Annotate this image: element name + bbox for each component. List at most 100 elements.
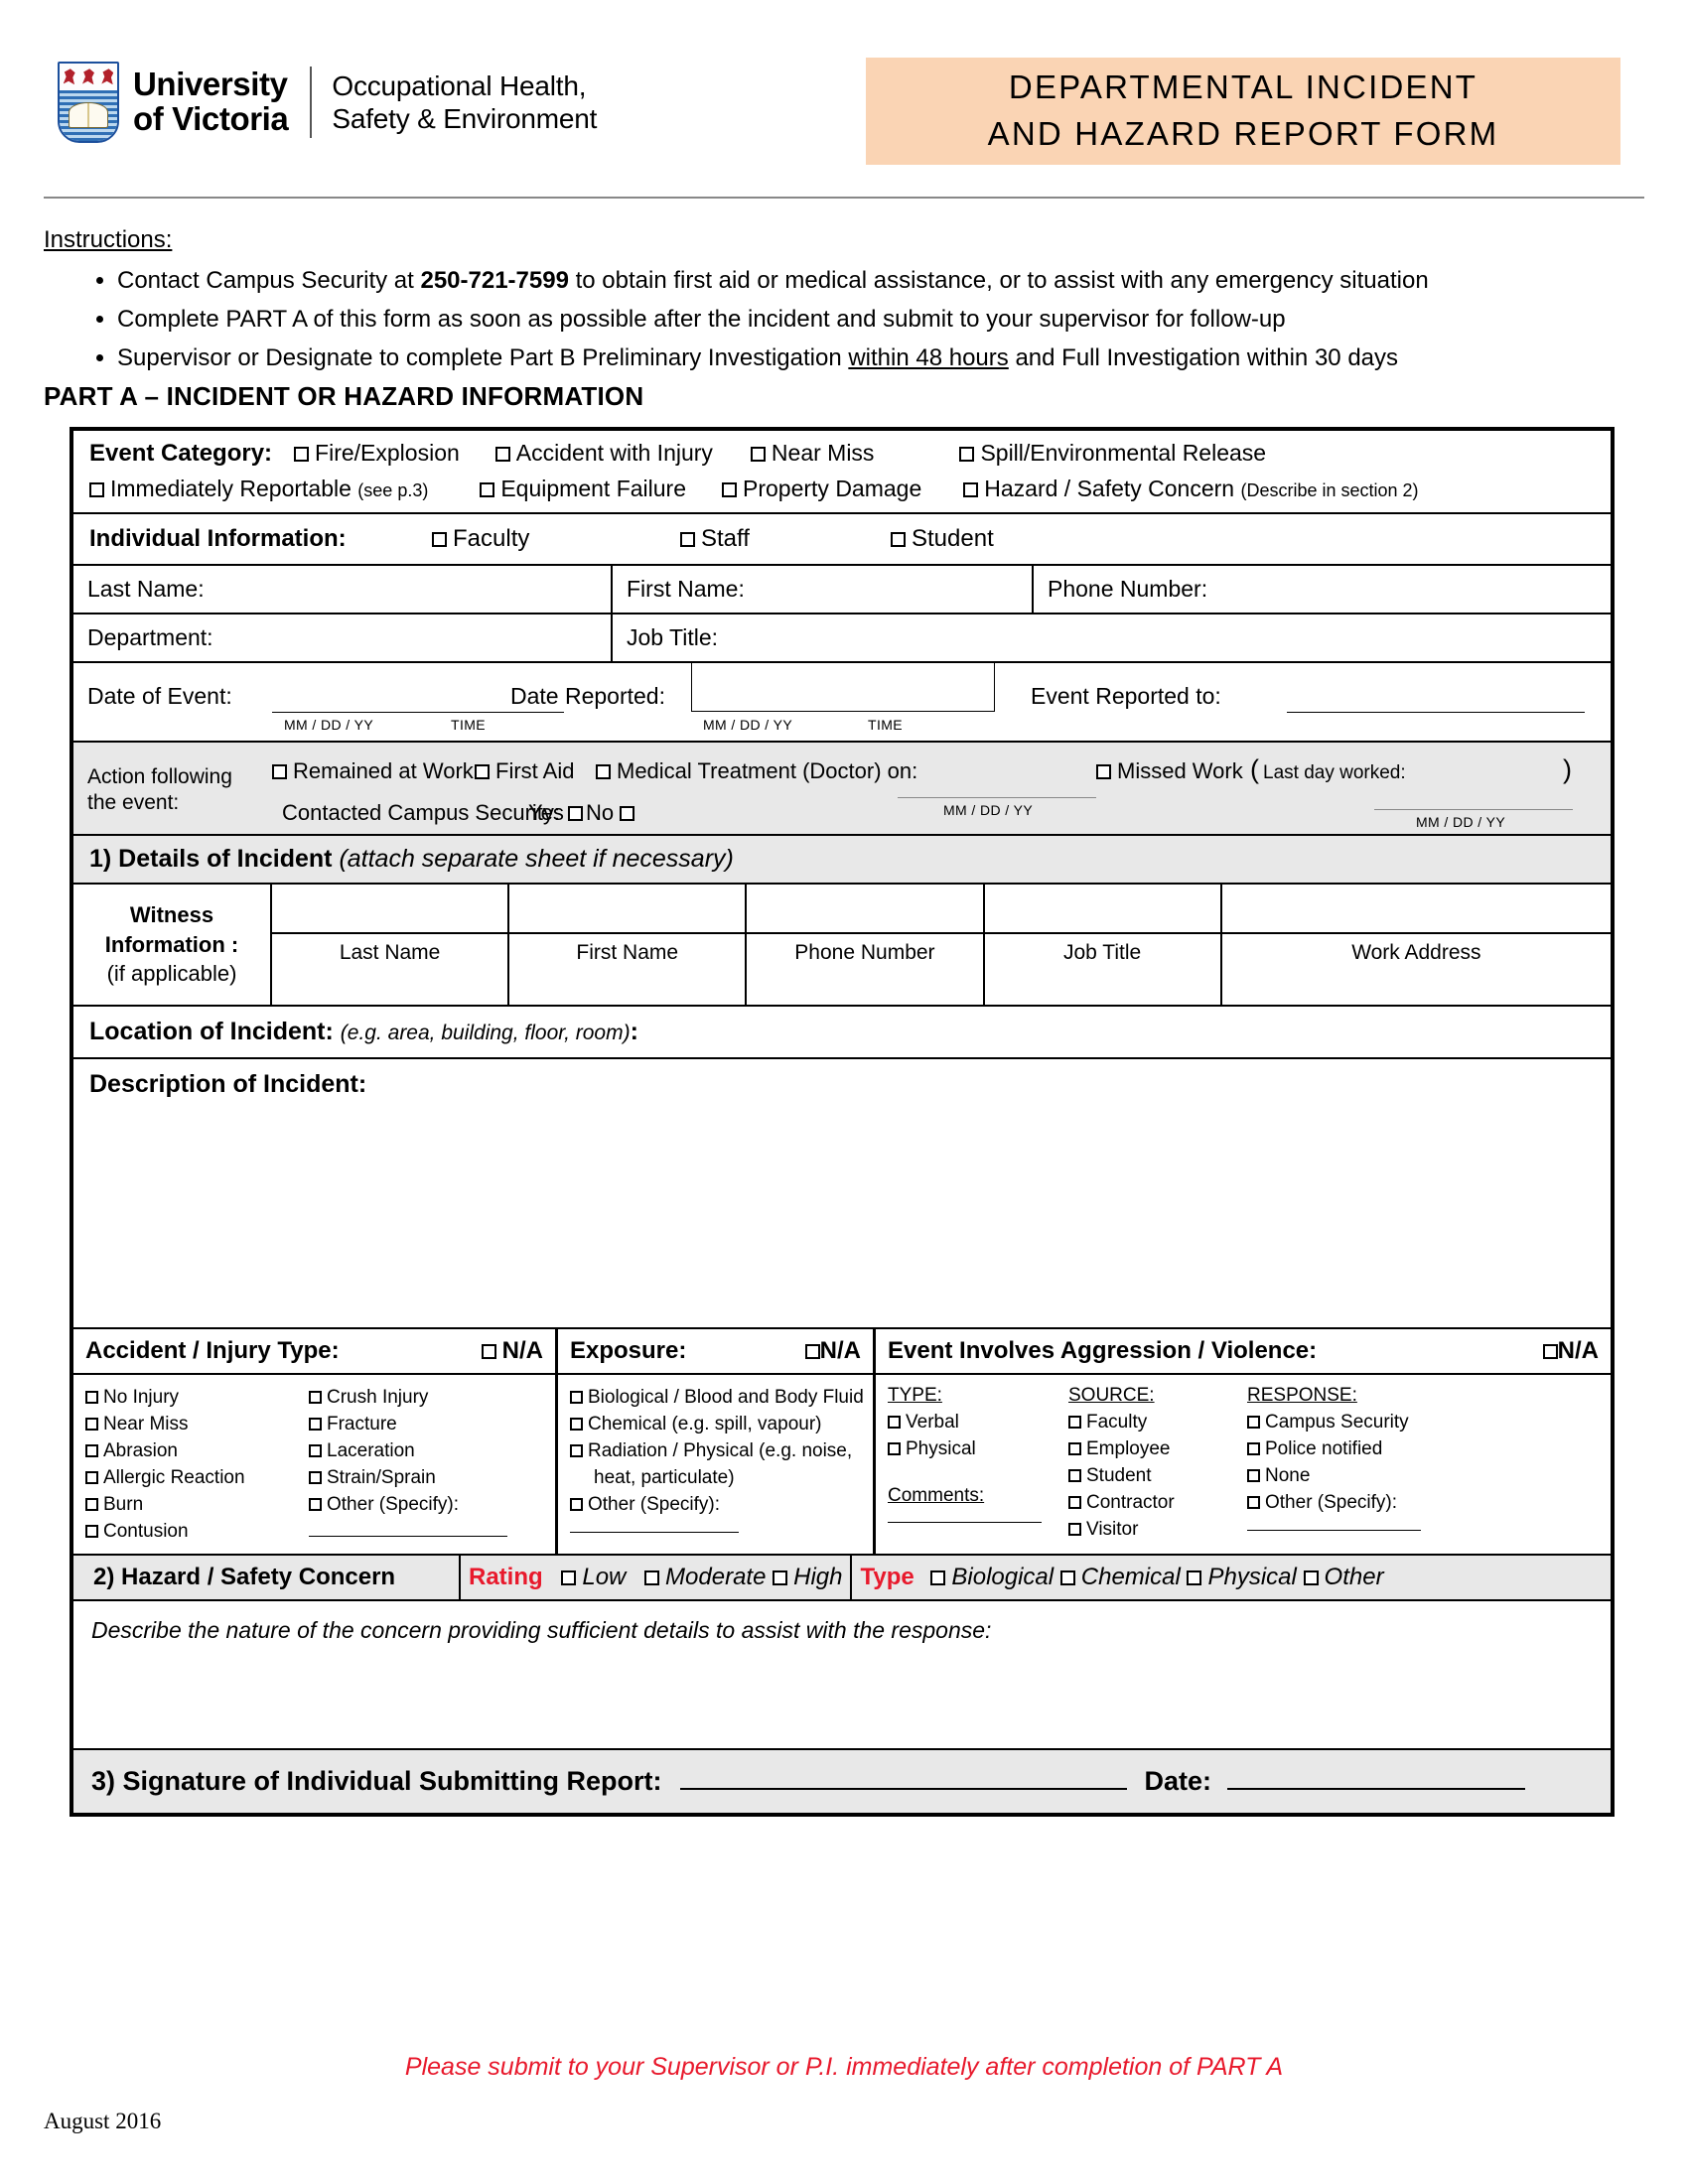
checkbox-icon[interactable] xyxy=(309,1470,322,1484)
checkbox-medical-treatment[interactable]: Medical Treatment (Doctor) on: xyxy=(596,758,917,784)
department-field[interactable]: Department: xyxy=(73,614,613,661)
checkbox-icon[interactable] xyxy=(309,1418,322,1432)
checkbox-faculty[interactable]: Faculty xyxy=(432,525,680,553)
checkbox-property-damage[interactable]: Property Damage xyxy=(722,476,921,502)
checkbox-icon[interactable] xyxy=(888,1442,901,1456)
checkbox-icon[interactable] xyxy=(930,1570,946,1585)
checkbox-icon[interactable] xyxy=(561,1570,577,1585)
checkbox-spill-environmental-release[interactable]: Spill/Environmental Release xyxy=(959,440,1266,467)
checkbox-icon[interactable] xyxy=(1303,1570,1319,1585)
checkbox-equipment-failure[interactable]: Equipment Failure xyxy=(480,476,686,502)
checkbox-icon[interactable] xyxy=(570,1391,583,1405)
checkbox-allergic-reaction[interactable]: Allergic Reaction xyxy=(85,1465,309,1492)
checkbox-icon[interactable] xyxy=(480,482,495,497)
checkbox-missed-work[interactable]: Missed Work xyxy=(1096,758,1243,784)
checkbox-icon[interactable] xyxy=(963,482,979,497)
checkbox-abrasion[interactable]: Abrasion xyxy=(85,1438,309,1465)
checkbox-source-contractor[interactable]: Contractor xyxy=(1068,1490,1247,1517)
hazard-concern-description-area[interactable]: Describe the nature of the concern provi… xyxy=(73,1601,1611,1750)
checkbox-icon[interactable] xyxy=(1068,1495,1081,1509)
checkbox-icon[interactable] xyxy=(1068,1442,1081,1456)
checkbox-icon[interactable] xyxy=(309,1391,322,1405)
checkbox-icon[interactable] xyxy=(570,1418,583,1432)
checkbox-type-physical[interactable]: Physical xyxy=(1187,1564,1297,1590)
checkbox-icon[interactable] xyxy=(620,806,635,821)
first-name-field[interactable]: First Name: xyxy=(613,566,1034,613)
description-of-incident-area[interactable]: Description of Incident: xyxy=(73,1059,1611,1330)
date-reported-input[interactable] xyxy=(691,661,995,712)
checkbox-rating-low[interactable]: Low xyxy=(561,1564,626,1590)
checkbox-exposure-na[interactable]: N/A xyxy=(804,1337,861,1365)
checkbox-rating-high[interactable]: High xyxy=(773,1564,842,1590)
checkbox-icon[interactable] xyxy=(294,447,310,462)
witness-input-work-address[interactable] xyxy=(1221,885,1612,934)
checkbox-student[interactable]: Student xyxy=(891,525,994,553)
checkbox-remained-at-work[interactable]: Remained at Work xyxy=(272,758,474,784)
checkbox-contusion[interactable]: Contusion xyxy=(85,1519,309,1546)
location-of-incident-row[interactable]: Location of Incident: (e.g. area, buildi… xyxy=(73,1007,1611,1060)
checkbox-security-yes[interactable]: Yes xyxy=(528,800,583,826)
checkbox-response-none[interactable]: None xyxy=(1247,1463,1599,1490)
checkbox-icon[interactable] xyxy=(570,1497,583,1511)
aggression-comments-input[interactable] xyxy=(888,1521,1042,1523)
checkbox-icon[interactable] xyxy=(1247,1469,1260,1482)
checkbox-icon[interactable] xyxy=(272,764,287,779)
checkbox-icon[interactable] xyxy=(1247,1442,1260,1456)
checkbox-icon[interactable] xyxy=(680,532,695,547)
signature-input[interactable] xyxy=(679,1787,1127,1790)
checkbox-chemical-exposure[interactable]: Chemical (e.g. spill, vapour) xyxy=(570,1412,861,1438)
checkbox-icon[interactable] xyxy=(85,1418,98,1432)
witness-input-last-name[interactable] xyxy=(272,885,508,934)
checkbox-source-student[interactable]: Student xyxy=(1068,1463,1247,1490)
checkbox-source-employee[interactable]: Employee xyxy=(1068,1436,1247,1463)
checkbox-security-no[interactable]: No xyxy=(586,800,635,826)
witness-input-phone-number[interactable] xyxy=(747,885,983,934)
checkbox-icon[interactable] xyxy=(89,482,104,497)
checkbox-icon[interactable] xyxy=(750,447,766,462)
last-name-field[interactable]: Last Name: xyxy=(73,566,613,613)
checkbox-aggression-na[interactable]: N/A xyxy=(1542,1337,1599,1365)
checkbox-laceration[interactable]: Laceration xyxy=(309,1438,507,1465)
checkbox-icon[interactable] xyxy=(959,447,975,462)
witness-input-first-name[interactable] xyxy=(509,885,746,934)
last-day-worked-input[interactable] xyxy=(1374,808,1573,810)
checkbox-icon[interactable] xyxy=(309,1444,322,1457)
checkbox-response-police-notified[interactable]: Police notified xyxy=(1247,1436,1599,1463)
checkbox-icon[interactable] xyxy=(494,447,510,462)
checkbox-source-faculty[interactable]: Faculty xyxy=(1068,1410,1247,1436)
checkbox-icon[interactable] xyxy=(722,482,737,497)
checkbox-icon[interactable] xyxy=(570,1444,583,1457)
checkbox-icon[interactable] xyxy=(567,806,583,821)
checkbox-biological-blood-body-fluid[interactable]: Biological / Blood and Body Fluid xyxy=(570,1385,864,1412)
checkbox-icon[interactable] xyxy=(1187,1570,1202,1585)
accident-other-specify-input[interactable] xyxy=(309,1535,507,1537)
checkbox-type-other[interactable]: Other xyxy=(1303,1564,1384,1590)
checkbox-rating-moderate[interactable]: Moderate xyxy=(644,1564,766,1590)
checkbox-icon[interactable] xyxy=(85,1391,98,1405)
checkbox-icon[interactable] xyxy=(1059,1570,1075,1585)
checkbox-first-aid[interactable]: First Aid xyxy=(475,758,574,784)
checkbox-icon[interactable] xyxy=(475,764,490,779)
checkbox-icon[interactable] xyxy=(1068,1416,1081,1430)
checkbox-source-visitor[interactable]: Visitor xyxy=(1068,1517,1247,1544)
checkbox-icon[interactable] xyxy=(85,1444,98,1457)
checkbox-hazard-safety-concern[interactable]: Hazard / Safety Concern (Describe in sec… xyxy=(963,476,1419,502)
checkbox-accident-other[interactable]: Other (Specify): xyxy=(309,1492,507,1519)
checkbox-near-miss[interactable]: Near Miss xyxy=(750,440,874,467)
checkbox-type-chemical[interactable]: Chemical xyxy=(1059,1564,1181,1590)
checkbox-immediately-reportable[interactable]: Immediately Reportable (see p.3) xyxy=(89,476,428,502)
checkbox-icon[interactable] xyxy=(85,1497,98,1511)
checkbox-response-campus-security[interactable]: Campus Security xyxy=(1247,1410,1599,1436)
checkbox-icon[interactable] xyxy=(1247,1416,1260,1430)
response-other-specify-input[interactable] xyxy=(1247,1529,1421,1531)
checkbox-fracture[interactable]: Fracture xyxy=(309,1412,507,1438)
medical-treatment-date-input[interactable] xyxy=(898,796,1096,798)
job-title-field[interactable]: Job Title: xyxy=(613,614,1611,661)
signature-date-input[interactable] xyxy=(1227,1787,1526,1790)
checkbox-staff[interactable]: Staff xyxy=(680,525,891,553)
checkbox-exposure-other[interactable]: Other (Specify): xyxy=(570,1492,861,1519)
checkbox-icon[interactable] xyxy=(1542,1344,1558,1360)
checkbox-icon[interactable] xyxy=(804,1344,820,1360)
checkbox-icon[interactable] xyxy=(773,1570,788,1585)
checkbox-icon[interactable] xyxy=(1247,1495,1260,1509)
